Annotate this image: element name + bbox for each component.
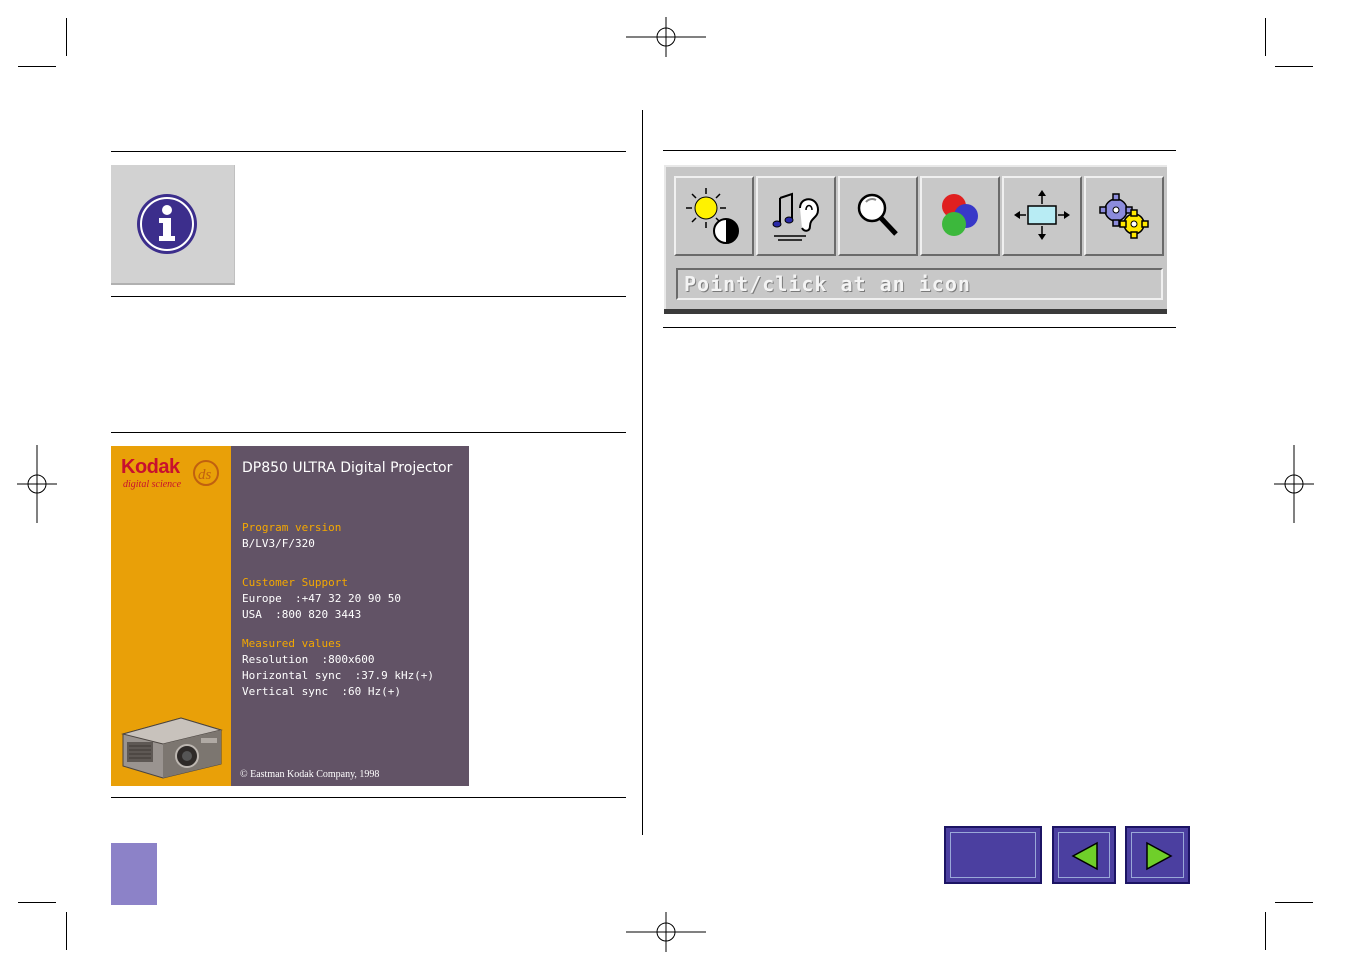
- svg-text:ds: ds: [198, 467, 212, 483]
- crop-mark: [18, 902, 56, 903]
- registration-mark-bottom: [626, 912, 706, 952]
- crop-mark: [1265, 18, 1266, 56]
- color-button[interactable]: [920, 176, 1000, 256]
- vertical-sync-value: Vertical sync :60 Hz(+): [242, 685, 401, 698]
- horizontal-sync-value: Horizontal sync :37.9 kHz(+): [242, 669, 435, 682]
- previous-arrow-icon: [1071, 841, 1098, 871]
- section-rule: [111, 296, 626, 297]
- crop-mark: [18, 66, 56, 67]
- crop-mark: [1265, 912, 1266, 950]
- program-version-label: Program version: [242, 521, 342, 534]
- program-version-value: B/LV3/F/320: [242, 537, 315, 550]
- crop-mark: [1275, 902, 1313, 903]
- kodak-logo: Kodak: [121, 456, 180, 478]
- section-rule: [111, 432, 626, 433]
- audio-icon: [772, 192, 820, 241]
- settings-gears-icon: [1099, 193, 1149, 239]
- registration-mark-left: [17, 445, 57, 523]
- toolbar-shadow: [664, 309, 1167, 314]
- product-title: DP850 ULTRA Digital Projector: [242, 460, 453, 476]
- picture-size-button[interactable]: [1002, 176, 1082, 256]
- crop-mark: [66, 912, 67, 950]
- info-icon: [137, 194, 197, 254]
- zoom-button[interactable]: [838, 176, 918, 256]
- digital-science-tagline: digital science: [123, 479, 182, 490]
- page-corner-tab: [111, 843, 157, 905]
- projector-info-screen: Kodak ds digital science DP850 ULTRA Dig…: [111, 446, 469, 786]
- home-button-face: [950, 832, 1036, 878]
- section-rule: [663, 327, 1176, 328]
- support-usa: USA :800 820 3443: [242, 608, 362, 621]
- registration-mark-right: [1274, 445, 1314, 523]
- column-divider: [642, 110, 643, 835]
- next-arrow-icon: [1146, 841, 1173, 871]
- brand-strip: Kodak ds digital science: [111, 446, 231, 786]
- registration-mark-top: [626, 17, 706, 57]
- projector-image: [121, 717, 223, 779]
- measured-values-label: Measured values: [242, 637, 342, 650]
- on-screen-menu-toolbar: Point/click at an icon: [664, 165, 1167, 313]
- section-rule: [111, 797, 626, 798]
- info-panel: [111, 165, 235, 285]
- copyright-notice: © Eastman Kodak Company, 1998: [240, 769, 380, 780]
- color-icon: [942, 194, 978, 236]
- crop-mark: [66, 18, 67, 56]
- ds-logo: ds: [193, 460, 219, 486]
- section-rule: [111, 151, 626, 152]
- home-button[interactable]: [944, 826, 1042, 884]
- zoom-icon: [857, 193, 898, 236]
- brightness-contrast-button[interactable]: [674, 176, 754, 256]
- audio-button[interactable]: [756, 176, 836, 256]
- resolution-value: Resolution :800x600: [242, 653, 375, 666]
- brightness-contrast-icon: [686, 188, 739, 244]
- picture-size-icon: [1014, 190, 1070, 240]
- section-rule: [663, 150, 1176, 151]
- crop-mark: [1275, 66, 1313, 67]
- customer-support-label: Customer Support: [242, 576, 348, 589]
- support-europe: Europe :+47 32 20 90 50: [242, 592, 401, 605]
- status-field: Point/click at an icon: [676, 268, 1163, 300]
- settings-button[interactable]: [1084, 176, 1164, 256]
- next-page-button[interactable]: [1125, 826, 1190, 884]
- info-text-panel: DP850 ULTRA Digital Projector Program ve…: [231, 446, 469, 786]
- previous-page-button[interactable]: [1052, 826, 1116, 884]
